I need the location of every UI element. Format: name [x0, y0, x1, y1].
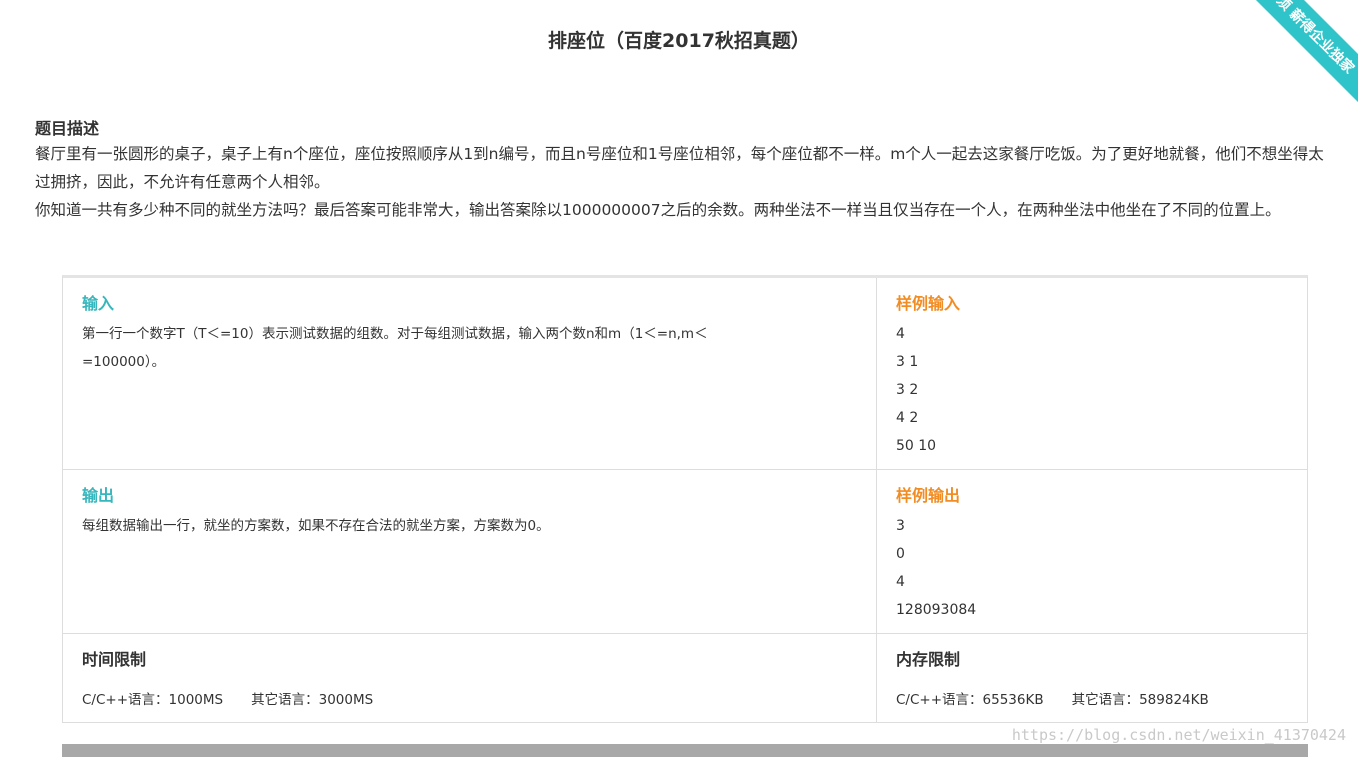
time-limit-cpp: C/C++语言：1000MS	[82, 692, 224, 708]
sample-output-line: 3	[896, 518, 905, 534]
output-title: 输出	[82, 486, 115, 505]
sample-output-line: 4	[896, 574, 905, 590]
problem-description: 题目描述 餐厅里有一张圆形的桌子，桌子上有n个座位，座位按照顺序从1到n编号，而…	[35, 118, 1335, 224]
time-limit-section: 时间限制 C/C++语言：1000MS 其它语言：3000MS	[63, 634, 876, 723]
memory-limit-title: 内存限制	[896, 650, 961, 669]
sample-input-line: 50 10	[896, 438, 937, 454]
input-title: 输入	[82, 294, 115, 313]
time-limit-other: 其它语言：3000MS	[251, 692, 374, 708]
bottom-toolbar	[62, 744, 1308, 757]
input-section: 输入 第一行一个数字T（T＜=10）表示测试数据的组数。对于每组测试数据，输入两…	[63, 278, 876, 469]
sample-input-title: 样例输入	[896, 294, 961, 313]
problem-info-table: 输入 第一行一个数字T（T＜=10）表示测试数据的组数。对于每组测试数据，输入两…	[62, 275, 1308, 723]
sample-input-section: 样例输入 4 3 1 3 2 4 2 50 10	[877, 278, 1307, 469]
memory-limit-cpp: C/C++语言：65536KB	[896, 692, 1044, 708]
page-title: 排座位（百度2017秋招真题）	[548, 30, 810, 52]
sample-output-section: 样例输出 3 0 4 128093084	[877, 470, 1307, 633]
sample-input-line: 3 1	[896, 354, 919, 370]
sample-output-line: 128093084	[896, 602, 977, 618]
time-limit-title: 时间限制	[82, 650, 147, 669]
watermark: https://blog.csdn.net/weixin_41370424	[1011, 726, 1346, 744]
memory-limit-section: 内存限制 C/C++语言：65536KB 其它语言：589824KB	[877, 634, 1307, 723]
sample-output-line: 0	[896, 546, 905, 562]
memory-limit-other: 其它语言：589824KB	[1071, 692, 1209, 708]
output-section: 输出 每组数据输出一行，就坐的方案数，如果不存在合法的就坐方案，方案数为0。	[63, 470, 876, 633]
corner-ribbon[interactable]: 载必须 薪得企业独家	[1211, 0, 1358, 119]
sample-output-title: 样例输出	[896, 486, 961, 505]
description-heading: 题目描述	[35, 119, 100, 138]
input-text: 第一行一个数字T（T＜=10）表示测试数据的组数。对于每组测试数据，输入两个数n…	[82, 326, 708, 370]
sample-input-line: 3 2	[896, 382, 919, 398]
description-paragraph: 餐厅里有一张圆形的桌子，桌子上有n个座位，座位按照顺序从1到n编号，而且n号座位…	[35, 145, 1324, 191]
time-limit-values: C/C++语言：1000MS 其它语言：3000MS	[82, 688, 857, 708]
sample-input-line: 4 2	[896, 410, 919, 426]
output-text: 每组数据输出一行，就坐的方案数，如果不存在合法的就坐方案，方案数为0。	[82, 518, 550, 534]
sample-input-line: 4	[896, 326, 905, 342]
memory-limit-values: C/C++语言：65536KB 其它语言：589824KB	[896, 688, 1288, 708]
description-paragraph: 你知道一共有多少种不同的就坐方法吗？最后答案可能非常大，输出答案除以100000…	[35, 201, 1281, 219]
